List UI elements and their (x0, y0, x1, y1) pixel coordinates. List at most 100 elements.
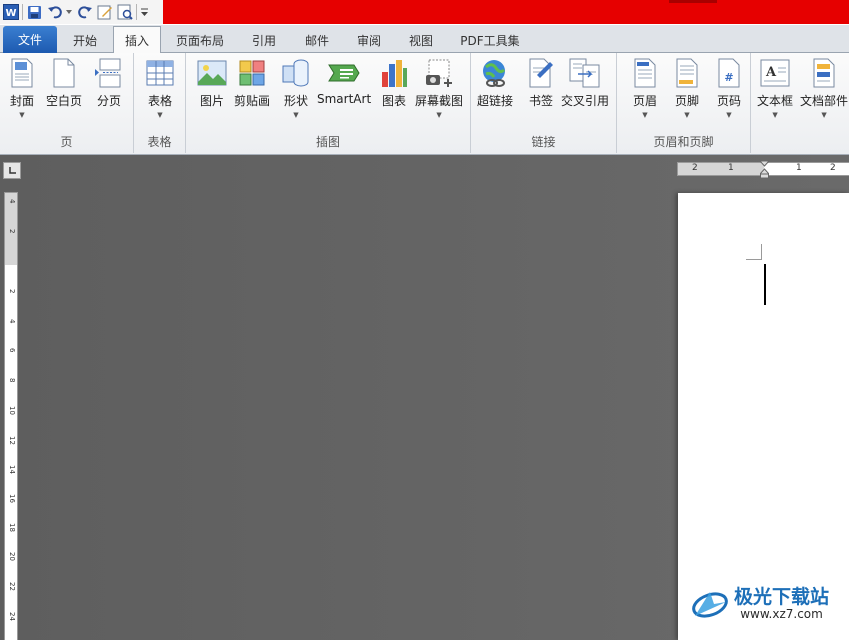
bookmark-label: 书签 (528, 94, 553, 108)
page-break-label: 分页 (96, 94, 121, 108)
bookmark-button[interactable]: 书签 (525, 57, 557, 109)
smartart-button[interactable]: SmartArt (317, 57, 371, 106)
blank-page-icon (48, 57, 80, 89)
group-label-illustrations: 插图 (315, 135, 340, 149)
chevron-down-icon: ▼ (436, 111, 442, 119)
hyperlink-button[interactable]: 超链接 (477, 57, 513, 109)
title-bar-red-area (163, 0, 849, 24)
ruler-number: 1 (796, 163, 802, 173)
blank-page-button[interactable]: 空白页 (46, 57, 82, 109)
group-text: A 文本框 ▼ 文档部件 ▼ (751, 53, 849, 153)
picture-icon (196, 57, 228, 89)
ruler-number: 12 (8, 436, 16, 445)
watermark-logo-icon (690, 586, 730, 623)
group-label-pages: 页 (60, 135, 73, 149)
svg-text:A: A (765, 65, 777, 80)
chevron-down-icon: ▼ (157, 111, 163, 119)
chevron-down-icon: ▼ (293, 111, 299, 119)
tab-mailings[interactable]: 邮件 (294, 27, 340, 53)
picture-label: 图片 (199, 94, 224, 108)
page-break-button[interactable]: 分页 (93, 57, 125, 109)
cross-reference-icon (569, 57, 601, 89)
page-number-button[interactable]: # 页码 ▼ (713, 57, 745, 119)
horizontal-ruler[interactable]: 2 1 1 2 (677, 160, 849, 179)
chevron-down-icon: ▼ (684, 111, 690, 119)
edit-icon[interactable] (96, 4, 113, 21)
undo-icon[interactable] (46, 4, 63, 21)
print-preview-icon[interactable] (116, 4, 133, 21)
chevron-down-icon: ▼ (726, 111, 732, 119)
page-break-icon (93, 57, 125, 89)
svg-text:W: W (5, 8, 16, 19)
clip-art-button[interactable]: 剪贴画 (234, 57, 270, 109)
tab-page-layout[interactable]: 页面布局 (166, 27, 234, 53)
chart-button[interactable]: 图表 (378, 57, 410, 109)
tab-home[interactable]: 开始 (62, 27, 108, 53)
chart-icon (378, 57, 410, 89)
tab-insert[interactable]: 插入 (113, 26, 161, 53)
horizontal-ruler-margin (678, 163, 764, 175)
chevron-down-icon: ▼ (642, 111, 648, 119)
footer-button[interactable]: 页脚 ▼ (671, 57, 703, 119)
tab-review[interactable]: 审阅 (346, 27, 392, 53)
ruler-number: 14 (8, 465, 16, 474)
chart-label: 图表 (381, 94, 406, 108)
margin-crop-mark (746, 244, 762, 260)
ruler-number: 2 (8, 289, 16, 294)
text-box-button[interactable]: A 文本框 ▼ (757, 57, 793, 119)
header-label: 页眉 (632, 94, 657, 108)
chevron-down-icon: ▼ (19, 111, 25, 119)
cross-reference-button[interactable]: 交叉引用 (561, 57, 609, 109)
cover-page-label: 封面 (9, 94, 34, 108)
clip-art-icon (236, 57, 268, 89)
table-button[interactable]: 表格 ▼ (144, 57, 176, 119)
smartart-icon (328, 57, 360, 89)
ruler-number: 16 (8, 494, 16, 503)
svg-text:#: # (724, 71, 733, 84)
quick-parts-icon (808, 57, 840, 89)
ribbon-tabs: 文件 开始 插入 页面布局 引用 邮件 审阅 视图 PDF工具集 (0, 25, 849, 53)
ruler-number: 4 (8, 199, 16, 204)
document-page[interactable] (678, 193, 849, 640)
separator (136, 4, 137, 20)
tab-stop-selector[interactable] (3, 162, 21, 179)
vertical-ruler[interactable]: 4 2 2 4 6 8 10 12 14 16 18 20 22 24 (4, 192, 18, 640)
screenshot-button[interactable]: 屏幕截图 ▼ (415, 57, 463, 119)
tab-pdf-tools[interactable]: PDF工具集 (452, 27, 528, 53)
ruler-number: 2 (692, 163, 698, 173)
clip-art-label: 剪贴画 (234, 94, 271, 108)
shapes-button[interactable]: 形状 ▼ (280, 57, 312, 119)
ruler-number: 10 (8, 406, 16, 415)
ruler-number: 2 (8, 229, 16, 234)
shapes-label: 形状 (283, 94, 308, 108)
group-pages: 封面 ▼ 空白页 分页 页 (0, 53, 134, 153)
tab-view[interactable]: 视图 (398, 27, 444, 53)
undo-dropdown-icon[interactable] (66, 4, 73, 21)
quick-parts-button[interactable]: 文档部件 ▼ (800, 57, 848, 119)
save-icon[interactable] (26, 4, 43, 21)
ribbon-insert: 封面 ▼ 空白页 分页 页 表格 ▼ 表格 图片 剪贴画 形状 ▼ SmartA… (0, 53, 849, 155)
watermark-text: 极光下载站 www.xz7.com (734, 587, 829, 621)
page-number-icon: # (713, 57, 745, 89)
redo-icon[interactable] (76, 4, 93, 21)
cover-page-button[interactable]: 封面 ▼ (6, 57, 38, 119)
cover-page-icon (6, 57, 38, 89)
quick-parts-label: 文档部件 (800, 94, 849, 108)
group-tables: 表格 ▼ 表格 (134, 53, 186, 153)
quick-access-toolbar: W (0, 0, 163, 24)
tab-references[interactable]: 引用 (241, 27, 287, 53)
group-label-header-footer: 页眉和页脚 (653, 135, 714, 149)
shapes-icon (280, 57, 312, 89)
ruler-number: 24 (8, 612, 16, 621)
picture-button[interactable]: 图片 (196, 57, 228, 109)
header-icon (629, 57, 661, 89)
text-box-label: 文本框 (757, 94, 794, 108)
customize-dropdown-icon[interactable] (140, 4, 149, 21)
group-links: 超链接 书签 交叉引用 链接 (471, 53, 617, 153)
hyperlink-icon (479, 57, 511, 89)
tab-file[interactable]: 文件 (3, 26, 57, 53)
header-button[interactable]: 页眉 ▼ (629, 57, 661, 119)
watermark: 极光下载站 www.xz7.com (690, 586, 829, 623)
word-logo-icon[interactable]: W (2, 4, 19, 21)
indent-marker[interactable] (758, 160, 771, 179)
